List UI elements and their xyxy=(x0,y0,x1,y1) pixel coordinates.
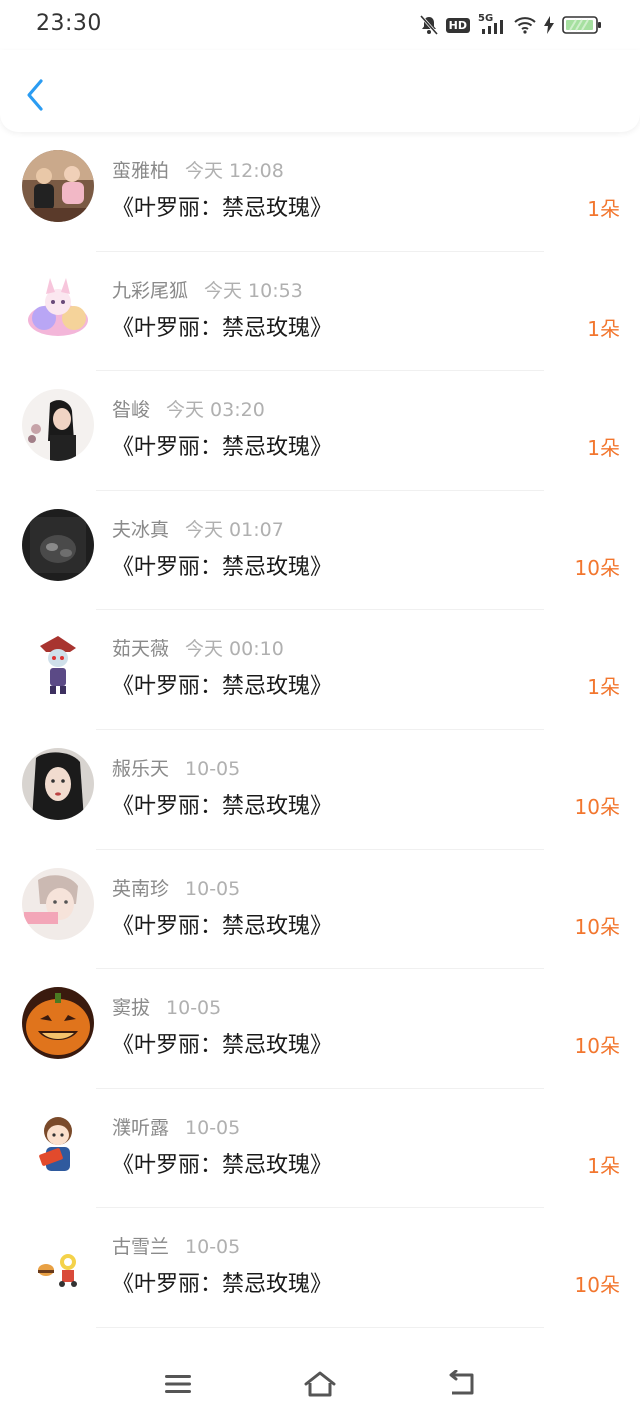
avatar[interactable] xyxy=(22,987,94,1060)
book-title: 《叶罗丽：禁忌玫瑰》 xyxy=(112,674,333,700)
avatar[interactable] xyxy=(22,508,94,581)
list-item[interactable]: 茹天薇 今天 00:10 《叶罗丽：禁忌玫瑰》 1朵 xyxy=(0,610,640,730)
avatar[interactable] xyxy=(22,1226,94,1299)
avatar[interactable] xyxy=(22,150,94,222)
flower-count: 10朵 xyxy=(574,914,620,939)
timestamp: 10-05 xyxy=(185,1236,241,1259)
sender-name: 蛮雅柏 xyxy=(112,160,170,182)
flower-count: 10朵 xyxy=(574,1273,620,1298)
chevron-left-icon xyxy=(27,79,43,111)
item-meta: 昝峻 今天 03:20 xyxy=(112,395,265,422)
wifi-icon xyxy=(514,16,536,34)
list-item[interactable]: 古雪兰 10-05 《叶罗丽：禁忌玫瑰》 10朵 xyxy=(0,1208,640,1328)
avatar[interactable] xyxy=(22,628,94,701)
list-item[interactable]: 英南珍 10-05 《叶罗丽：禁忌玫瑰》 10朵 xyxy=(0,850,640,970)
back-icon xyxy=(449,1370,474,1395)
5g-signal-icon: 5G xyxy=(478,13,506,35)
item-meta: 九彩尾狐 今天 10:53 xyxy=(112,276,303,303)
list-item[interactable]: 九彩尾狐 今天 10:53 《叶罗丽：禁忌玫瑰》 1朵 xyxy=(0,252,640,372)
sender-name: 夫冰真 xyxy=(112,518,170,541)
timestamp: 今天 03:20 xyxy=(166,399,265,422)
sender-name: 濮听露 xyxy=(112,1116,170,1139)
item-meta: 英南珍 10-05 xyxy=(112,874,240,901)
timestamp: 今天 12:08 xyxy=(185,160,284,182)
sender-name: 赧乐天 xyxy=(112,757,170,780)
status-bar: 23:30 HD 5G xyxy=(0,0,640,50)
system-nav-bar xyxy=(0,1344,640,1423)
book-title: 《叶罗丽：禁忌玫瑰》 xyxy=(112,196,333,221)
back-button[interactable] xyxy=(18,76,52,114)
book-title: 《叶罗丽：禁忌玫瑰》 xyxy=(112,1152,333,1178)
flower-count: 10朵 xyxy=(574,1034,620,1059)
list-item[interactable]: 赧乐天 10-05 《叶罗丽：禁忌玫瑰》 10朵 xyxy=(0,730,640,850)
item-meta: 赧乐天 10-05 xyxy=(112,754,240,781)
flower-count: 1朵 xyxy=(587,197,620,221)
item-meta: 夫冰真 今天 01:07 xyxy=(112,515,284,542)
gift-list: 蛮雅柏 今天 12:08 《叶罗丽：禁忌玫瑰》 1朵 九彩尾狐 今天 10:53 《… xyxy=(0,132,640,1344)
home-button[interactable] xyxy=(302,1368,338,1400)
avatar[interactable] xyxy=(22,389,94,462)
sender-name: 古雪兰 xyxy=(112,1236,170,1259)
book-title: 《叶罗丽：禁忌玫瑰》 xyxy=(112,913,333,939)
battery-icon xyxy=(562,15,602,35)
sender-name: 英南珍 xyxy=(112,877,170,900)
charging-icon xyxy=(544,16,554,34)
bell-muted-icon xyxy=(419,15,438,35)
status-time: 23:30 xyxy=(36,11,102,36)
list-item[interactable]: 濮听露 10-05 《叶罗丽：禁忌玫瑰》 1朵 xyxy=(0,1089,640,1209)
back-nav-button[interactable] xyxy=(444,1368,480,1400)
list-item[interactable]: 昝峻 今天 03:20 《叶罗丽：禁忌玫瑰》 1朵 xyxy=(0,371,640,491)
header xyxy=(0,50,640,132)
timestamp: 10-05 xyxy=(185,877,241,900)
status-icons: HD 5G xyxy=(419,13,602,36)
book-title: 《叶罗丽：禁忌玫瑰》 xyxy=(112,1033,333,1059)
timestamp: 今天 00:10 xyxy=(185,638,284,661)
menu-button[interactable] xyxy=(160,1368,196,1400)
sender-name: 茹天薇 xyxy=(112,638,170,661)
avatar[interactable] xyxy=(22,867,94,940)
flower-count: 1朵 xyxy=(587,1153,620,1178)
item-meta: 古雪兰 10-05 xyxy=(112,1232,240,1259)
timestamp: 10-05 xyxy=(185,1116,241,1139)
book-title: 《叶罗丽：禁忌玫瑰》 xyxy=(112,793,333,819)
timestamp: 今天 01:07 xyxy=(185,518,284,541)
timestamp: 今天 10:53 xyxy=(204,279,303,302)
sender-name: 九彩尾狐 xyxy=(112,279,189,302)
sender-name: 昝峻 xyxy=(112,399,151,422)
flower-count: 10朵 xyxy=(574,794,620,819)
hd-icon: HD xyxy=(445,17,470,33)
flower-count: 1朵 xyxy=(587,316,620,341)
list-item[interactable]: 夫冰真 今天 01:07 《叶罗丽：禁忌玫瑰》 10朵 xyxy=(0,491,640,611)
avatar[interactable] xyxy=(22,747,94,820)
flower-count: 1朵 xyxy=(587,436,620,461)
book-title: 《叶罗丽：禁忌玫瑰》 xyxy=(112,435,333,461)
flower-count: 1朵 xyxy=(587,675,620,700)
menu-icon xyxy=(165,1375,191,1393)
item-meta: 蛮雅柏 今天 12:08 xyxy=(112,156,284,183)
item-meta: 濮听露 10-05 xyxy=(112,1113,240,1140)
home-icon xyxy=(304,1371,336,1397)
flower-count: 10朵 xyxy=(574,555,620,580)
timestamp: 10-05 xyxy=(185,757,241,780)
list-item[interactable]: 蛮雅柏 今天 12:08 《叶罗丽：禁忌玫瑰》 1朵 xyxy=(0,132,640,252)
item-meta: 窦拔 10-05 xyxy=(112,993,221,1020)
book-title: 《叶罗丽：禁忌玫瑰》 xyxy=(112,315,333,341)
divider xyxy=(96,1326,544,1328)
sender-name: 窦拔 xyxy=(112,997,151,1020)
avatar[interactable] xyxy=(22,1106,94,1179)
book-title: 《叶罗丽：禁忌玫瑰》 xyxy=(112,1272,333,1298)
avatar[interactable] xyxy=(22,269,94,342)
item-meta: 茹天薇 今天 00:10 xyxy=(112,634,284,661)
timestamp: 10-05 xyxy=(166,997,222,1020)
list-item[interactable]: 窦拔 10-05 《叶罗丽：禁忌玫瑰》 10朵 xyxy=(0,969,640,1089)
book-title: 《叶罗丽：禁忌玫瑰》 xyxy=(112,554,333,580)
